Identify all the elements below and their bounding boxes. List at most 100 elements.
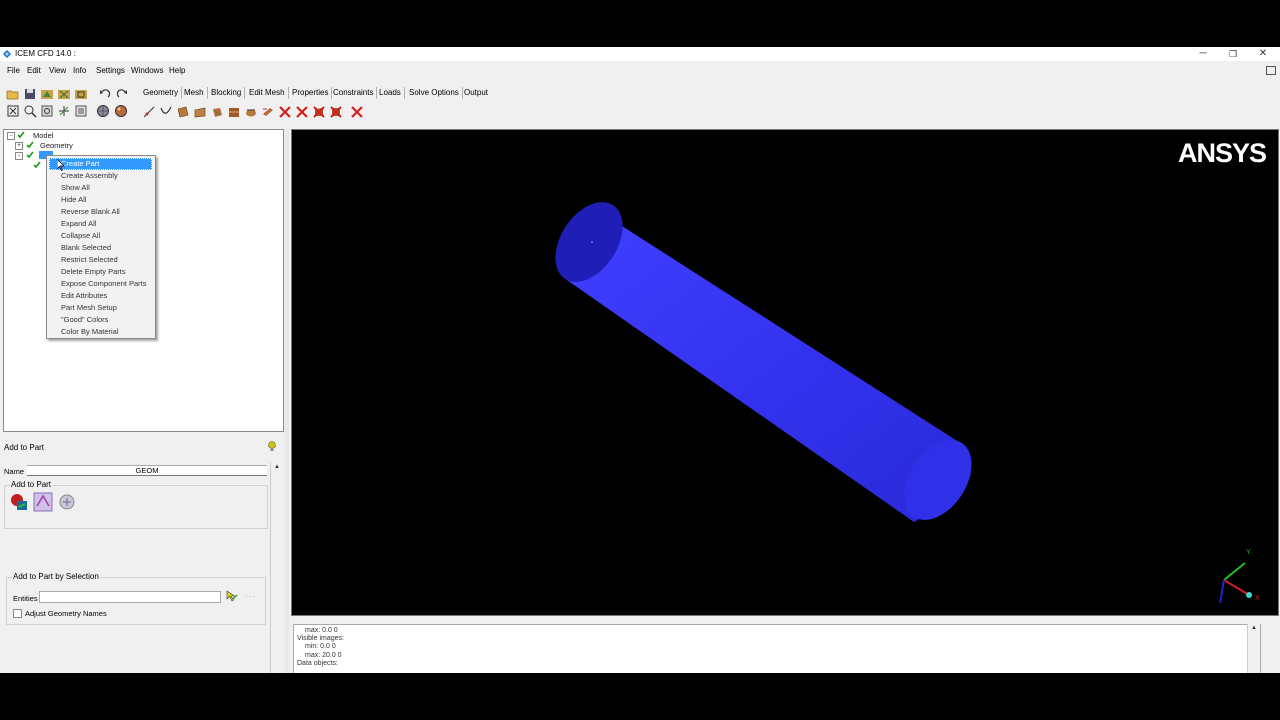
adjust-geometry-names-checkbox[interactable]	[13, 609, 22, 618]
tab-properties[interactable]: Properties	[289, 87, 333, 99]
cylinder-model[interactable]	[292, 130, 1278, 615]
menu-edit-attributes[interactable]: Edit Attributes	[61, 290, 107, 302]
part-name-input[interactable]: GEOM	[27, 465, 267, 476]
add-geometry-icon[interactable]	[9, 492, 29, 512]
add-elements-icon[interactable]	[33, 492, 53, 512]
delete-curve-icon[interactable]	[295, 105, 309, 119]
minimize-button[interactable]: ─	[1188, 47, 1218, 61]
menu-windows[interactable]: Windows	[131, 66, 163, 75]
menu-part-mesh-setup[interactable]: Part Mesh Setup	[61, 302, 117, 314]
help-lightbulb-icon[interactable]	[268, 441, 276, 452]
menu-info[interactable]: Info	[73, 66, 86, 75]
model-check-icon[interactable]	[17, 131, 25, 139]
tab-constraints[interactable]: Constraints	[330, 87, 378, 99]
add-to-part-title: Add to Part	[4, 443, 45, 452]
menu-bar: File Edit View Info Settings Windows Hel…	[0, 65, 1280, 77]
menu-restrict-selected[interactable]: Restrict Selected	[61, 254, 118, 266]
zoom-icon[interactable]	[23, 104, 37, 118]
tree-geometry-label[interactable]: Geometry	[40, 141, 73, 150]
mesh-file-icon[interactable]	[57, 87, 71, 101]
menu-expose-component-parts[interactable]: Expose Component Parts	[61, 278, 146, 290]
menu-settings[interactable]: Settings	[96, 66, 125, 75]
add-blocks-icon[interactable]	[57, 492, 77, 512]
menu-expand-all[interactable]: Expand All	[61, 218, 96, 230]
undo-icon[interactable]	[98, 87, 112, 101]
entities-input[interactable]	[39, 591, 221, 603]
tree-collapse-model[interactable]: −	[7, 132, 15, 140]
open-icon[interactable]	[6, 87, 20, 101]
main-toolbar-bottom	[4, 102, 134, 120]
restore-panel-icon[interactable]	[1266, 66, 1276, 75]
panel-splitter[interactable]	[285, 129, 289, 673]
axis-icon[interactable]	[57, 104, 71, 118]
measure-icon[interactable]	[40, 104, 54, 118]
message-scrollbar[interactable]: ▲	[1247, 624, 1260, 673]
menu-view[interactable]: View	[49, 66, 66, 75]
select-entities-icon[interactable]	[226, 590, 238, 602]
create-body-icon[interactable]	[210, 105, 224, 119]
menu-show-all[interactable]: Show All	[61, 182, 90, 194]
adjust-geometry-names-label: Adjust Geometry Names	[25, 609, 107, 618]
mouse-cursor-icon	[57, 159, 65, 171]
part-name-value: GEOM	[135, 466, 159, 475]
add-by-selection-label: Add to Part by Selection	[12, 572, 100, 581]
menu-edit[interactable]: Edit	[27, 66, 41, 75]
menu-color-by-material[interactable]: Color By Material	[61, 326, 119, 338]
delete-surface-icon[interactable]	[312, 105, 326, 119]
menu-help[interactable]: Help	[169, 66, 185, 75]
add-to-part-panel: Add to Part Name GEOM ▲ Add to Part Add …	[0, 435, 283, 673]
graphics-viewport[interactable]: ANSYS Y X	[291, 129, 1279, 616]
repair-icon[interactable]	[244, 105, 258, 119]
context-menu: Create Part Create Assembly Show All Hid…	[46, 155, 156, 339]
tab-blocking[interactable]: Blocking	[208, 87, 246, 99]
restore-button[interactable]: ❐	[1218, 47, 1248, 61]
redo-icon[interactable]	[115, 87, 129, 101]
subpart-check-icon[interactable]	[33, 161, 41, 169]
menu-reverse-blank-all[interactable]: Reverse Blank All	[61, 206, 120, 218]
faceted-icon[interactable]	[227, 105, 241, 119]
transform-icon[interactable]	[261, 105, 275, 119]
menu-good-colors[interactable]: "Good" Colors	[61, 314, 108, 326]
parts-check-icon[interactable]	[26, 151, 34, 159]
more-options-icon[interactable]: . . .	[245, 592, 255, 599]
tab-geometry[interactable]: Geometry	[140, 87, 183, 99]
menu-collapse-all[interactable]: Collapse All	[61, 230, 100, 242]
tree-expand-parts[interactable]: −	[15, 152, 23, 160]
save-icon[interactable]	[23, 87, 37, 101]
surface-ops-icon[interactable]	[193, 105, 207, 119]
create-curve-icon[interactable]	[159, 105, 173, 119]
menu-file[interactable]: File	[7, 66, 20, 75]
app-icon	[3, 50, 11, 58]
delete-body-icon[interactable]	[329, 105, 343, 119]
tree-expand-geometry[interactable]: +	[15, 142, 23, 150]
panel-scrollbar[interactable]: ▲	[270, 463, 283, 673]
fit-window-icon[interactable]	[6, 104, 20, 118]
triad-y-label: Y	[1246, 549, 1251, 556]
add-to-part-group: Add to Part	[4, 480, 268, 529]
close-button[interactable]: ✕	[1248, 47, 1278, 61]
delete-point-icon[interactable]	[278, 105, 292, 119]
window-title: ICEM CFD 14.0 :	[15, 49, 76, 58]
tree-model-label[interactable]: Model	[33, 131, 53, 140]
render-sphere-icon[interactable]	[96, 104, 110, 118]
geometry-check-icon[interactable]	[26, 141, 34, 149]
menu-blank-selected[interactable]: Blank Selected	[61, 242, 111, 254]
menu-create-assembly[interactable]: Create Assembly	[61, 170, 118, 182]
tab-mesh[interactable]: Mesh	[181, 87, 208, 99]
message-scroll-up-icon[interactable]: ▲	[1251, 625, 1257, 631]
tab-output[interactable]: Output	[461, 87, 491, 99]
create-surface-icon[interactable]	[176, 105, 190, 119]
tab-loads[interactable]: Loads	[376, 87, 405, 99]
tab-edit-mesh[interactable]: Edit Mesh	[246, 87, 289, 99]
view-box-icon[interactable]	[74, 104, 88, 118]
menu-hide-all[interactable]: Hide All	[61, 194, 86, 206]
create-point-icon[interactable]	[142, 105, 156, 119]
blocking-file-icon[interactable]	[74, 87, 88, 101]
menu-delete-empty-parts[interactable]: Delete Empty Parts	[61, 266, 126, 278]
shaded-sphere-icon[interactable]	[114, 104, 128, 118]
scroll-up-icon[interactable]: ▲	[274, 464, 280, 470]
message-line: Data objects:	[297, 660, 338, 667]
tab-solve-options[interactable]: Solve Options	[406, 87, 463, 99]
delete-any-icon[interactable]	[350, 105, 364, 119]
geometry-file-icon[interactable]	[40, 87, 54, 101]
